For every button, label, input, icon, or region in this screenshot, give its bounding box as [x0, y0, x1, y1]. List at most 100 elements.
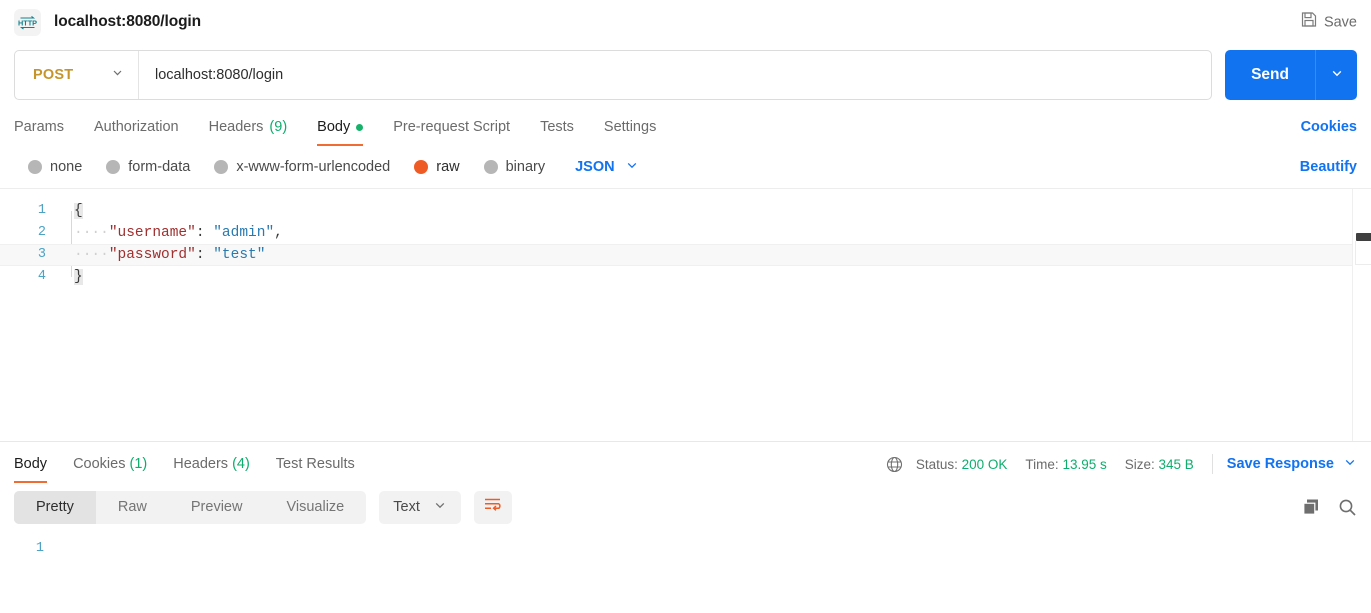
save-button[interactable]: Save: [1301, 12, 1357, 33]
view-raw[interactable]: Raw: [96, 491, 169, 524]
editor-scrollbar-thumb[interactable]: [1356, 233, 1371, 241]
tab-label: Authorization: [93, 119, 179, 135]
radio-icon: [28, 160, 42, 174]
status-value: 200 OK: [961, 456, 1008, 472]
request-tabs: Params Authorization Headers (9) Body Pr…: [0, 106, 1371, 146]
response-tab-body[interactable]: Body: [14, 456, 48, 483]
radio-icon: [106, 160, 121, 174]
request-title: localhost:8080/login: [54, 13, 202, 30]
tab-label: Body: [317, 119, 351, 135]
tab-count: (9): [269, 119, 288, 135]
json-key: "password": [108, 247, 196, 263]
size-value: 345 B: [1158, 456, 1194, 472]
text-wrap-button[interactable]: [473, 490, 512, 524]
response-tab-label: Test Results: [275, 456, 355, 472]
time-badge: Time: 13.95 s: [1025, 457, 1106, 472]
code-line: 1 {: [0, 200, 1371, 222]
svg-text:HTTP: HTTP: [18, 18, 37, 27]
method-label: POST: [33, 67, 74, 83]
url-input[interactable]: [139, 51, 1212, 99]
chevron-down-icon: [433, 498, 447, 517]
json-key: "username": [108, 225, 196, 241]
code-line: 1: [0, 538, 1371, 560]
response-tab-label: Body: [14, 456, 48, 472]
indent-dots: ····: [74, 247, 109, 263]
line-number: 1: [37, 203, 46, 218]
view-preview[interactable]: Preview: [169, 491, 265, 524]
tab-authorization[interactable]: Authorization: [94, 119, 179, 146]
body-type-form-data[interactable]: form-data: [106, 159, 190, 175]
line-content: }: [58, 266, 83, 288]
response-tab-cookies[interactable]: Cookies (1): [73, 456, 147, 483]
tab-body[interactable]: Body: [317, 119, 364, 146]
time-label: Time:: [1025, 456, 1059, 472]
body-type-none[interactable]: none: [28, 159, 82, 175]
response-body-viewer[interactable]: 1: [0, 531, 1371, 560]
line-number: 2: [37, 225, 46, 240]
response-tab-label: Headers: [173, 456, 229, 472]
radio-icon: [483, 160, 498, 174]
json-value: "admin": [213, 225, 275, 241]
beautify-button[interactable]: Beautify: [1300, 159, 1357, 175]
search-icon[interactable]: [1338, 498, 1357, 517]
tab-params[interactable]: Params: [14, 119, 64, 146]
chevron-down-icon: [1330, 66, 1344, 85]
radio-icon: [214, 160, 229, 174]
body-type-label: binary: [505, 159, 546, 175]
save-response-label: Save Response: [1226, 456, 1334, 472]
response-tab-count: (1): [129, 456, 148, 472]
tab-label: Headers: [208, 119, 264, 135]
request-body-editor[interactable]: 1 { 2 ····"username": "admin", 3 ····"pa…: [0, 188, 1371, 442]
indent-dots: ····: [74, 225, 109, 241]
response-status-area: Status: 200 OK Time: 13.95 s Size: 345 B…: [886, 454, 1357, 474]
save-button-label: Save: [1323, 14, 1357, 30]
http-protocol-icon: HTTP: [14, 8, 41, 36]
body-type-label: form-data: [128, 159, 191, 175]
cookies-link[interactable]: Cookies: [1301, 119, 1357, 135]
view-pretty[interactable]: Pretty: [14, 490, 96, 524]
body-type-raw[interactable]: raw: [414, 159, 460, 175]
time-value: 13.95 s: [1062, 456, 1107, 472]
json-colon: :: [195, 225, 205, 241]
tab-tests[interactable]: Tests: [540, 119, 574, 146]
url-bar: POST: [14, 50, 1213, 100]
response-tab-label: Cookies: [73, 456, 126, 472]
tab-settings[interactable]: Settings: [604, 119, 656, 146]
response-tabs: Body Cookies (1) Headers (4) Test Result…: [0, 442, 1371, 483]
request-title-bar: HTTP localhost:8080/login Save: [0, 0, 1371, 44]
tab-headers[interactable]: Headers (9): [209, 119, 288, 146]
editor-lines: 1 { 2 ····"username": "admin", 3 ····"pa…: [0, 189, 1371, 288]
floppy-disk-icon: [1301, 12, 1317, 33]
save-response-button[interactable]: Save Response: [1227, 455, 1357, 473]
url-row: POST Send: [0, 44, 1371, 106]
code-line: 2 ····"username": "admin",: [0, 222, 1371, 244]
response-format-selector[interactable]: Text: [379, 490, 461, 524]
method-selector[interactable]: POST: [15, 51, 139, 99]
tab-label: Pre-request Script: [393, 119, 511, 135]
body-format-selector[interactable]: JSON: [575, 158, 639, 177]
tab-label: Params: [14, 119, 64, 135]
editor-scrollbar[interactable]: [1352, 189, 1371, 441]
body-type-binary[interactable]: binary: [483, 159, 546, 175]
chevron-down-icon: [1343, 455, 1357, 473]
line-content: ····"username": "admin",: [58, 222, 283, 244]
body-indicator-dot: [356, 123, 364, 131]
view-visualize[interactable]: Visualize: [264, 491, 366, 524]
response-format-label: Text: [393, 499, 420, 515]
send-button[interactable]: Send: [1225, 50, 1315, 100]
send-options-button[interactable]: [1315, 50, 1357, 100]
body-type-row: none form-data x-www-form-urlencoded raw…: [0, 146, 1371, 188]
copy-icon[interactable]: [1302, 498, 1321, 517]
tab-pre-request-script[interactable]: Pre-request Script: [393, 119, 510, 146]
response-tab-test-results[interactable]: Test Results: [276, 456, 355, 483]
text-wrap-icon: [483, 496, 502, 518]
json-brace: {: [74, 203, 83, 219]
response-tab-headers[interactable]: Headers (4): [173, 456, 250, 483]
status-badge: Status: 200 OK: [916, 457, 1008, 472]
body-type-label: x-www-form-urlencoded: [236, 159, 391, 175]
status-label: Status:: [915, 456, 958, 472]
line-content: ····"password": "test": [58, 244, 265, 266]
globe-icon: [886, 456, 903, 473]
body-type-x-www-form-urlencoded[interactable]: x-www-form-urlencoded: [214, 159, 390, 175]
json-brace: }: [74, 269, 83, 285]
